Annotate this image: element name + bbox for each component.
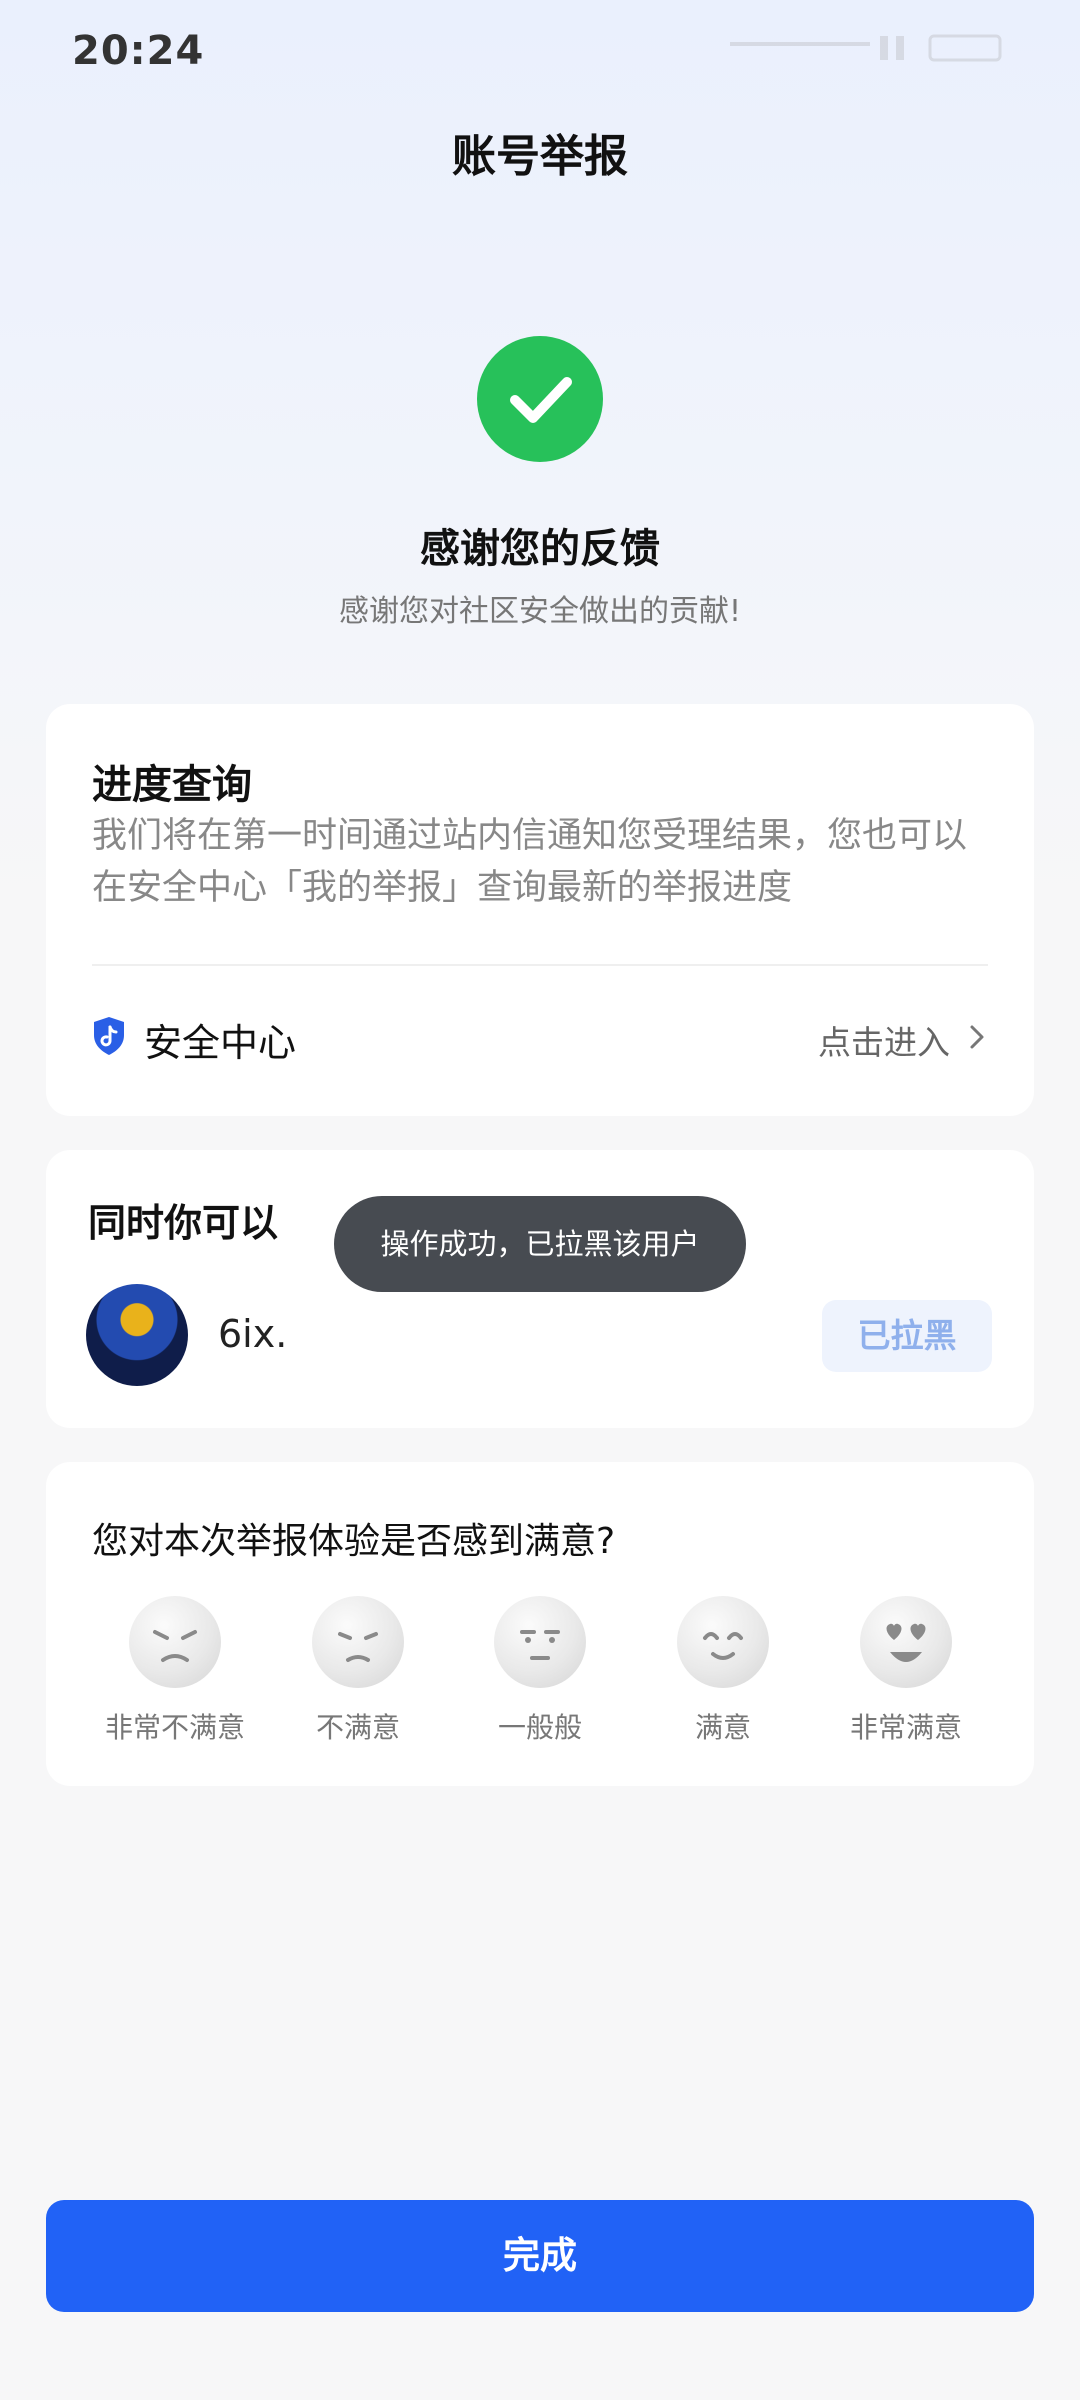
shield-icon xyxy=(94,1017,124,1055)
enter-link[interactable]: 点击进入 xyxy=(818,1016,950,1064)
rating-label: 非常不满意 xyxy=(104,1711,245,1744)
rating-card: 您对本次举报体验是否感到满意? 非常不满意 不满意 一般般 满意 非常满意 xyxy=(46,1462,1034,1786)
rating-option-neutral[interactable]: 一般般 xyxy=(450,1596,630,1756)
progress-card: 进度查询 我们将在第一时间通过站内信通知您受理结果，您也可以在安全中心「我的举报… xyxy=(46,704,1034,1116)
blocked-button[interactable]: 已拉黑 xyxy=(822,1300,992,1372)
username[interactable]: 6ix. xyxy=(218,1312,287,1356)
progress-title: 进度查询 xyxy=(92,762,252,808)
rating-label: 满意 xyxy=(694,1711,751,1744)
also-title: 同时你可以 xyxy=(88,1201,279,1245)
avatar[interactable] xyxy=(86,1284,188,1386)
very-dissatisfied-face-icon xyxy=(129,1596,221,1688)
done-button[interactable]: 完成 xyxy=(46,2200,1034,2312)
rating-option-dissatisfied[interactable]: 不满意 xyxy=(268,1596,448,1756)
security-center-row[interactable]: 安全中心 点击进入 xyxy=(92,996,988,1078)
check-circle-icon xyxy=(477,336,603,462)
rating-question: 您对本次举报体验是否感到满意? xyxy=(92,1521,616,1562)
rating-label: 一般般 xyxy=(497,1711,582,1744)
rating-label: 非常满意 xyxy=(849,1711,962,1744)
satisfied-face-icon xyxy=(677,1596,769,1688)
page-title: 账号举报 xyxy=(452,131,628,182)
status-icons xyxy=(730,34,1002,62)
rating-option-very-dissatisfied[interactable]: 非常不满意 xyxy=(85,1596,265,1756)
dissatisfied-face-icon xyxy=(312,1596,404,1688)
chevron-right-icon xyxy=(970,1025,984,1049)
status-time: 20:24 xyxy=(72,28,205,74)
very-satisfied-face-icon xyxy=(860,1596,952,1688)
rating-option-very-satisfied[interactable]: 非常满意 xyxy=(816,1596,996,1756)
toast-message: 操作成功，已拉黑该用户 xyxy=(334,1196,746,1292)
thanks-subtitle: 感谢您对社区安全做出的贡献! xyxy=(338,594,742,629)
security-center-label: 安全中心 xyxy=(144,1021,297,1065)
thanks-title: 感谢您的反馈 xyxy=(420,526,660,572)
divider xyxy=(92,964,988,966)
progress-description: 我们将在第一时间通过站内信通知您受理结果，您也可以在安全中心「我的举报」查询最新… xyxy=(92,816,968,908)
rating-option-satisfied[interactable]: 满意 xyxy=(633,1596,813,1756)
rating-label: 不满意 xyxy=(315,1711,400,1744)
neutral-face-icon xyxy=(494,1596,586,1688)
